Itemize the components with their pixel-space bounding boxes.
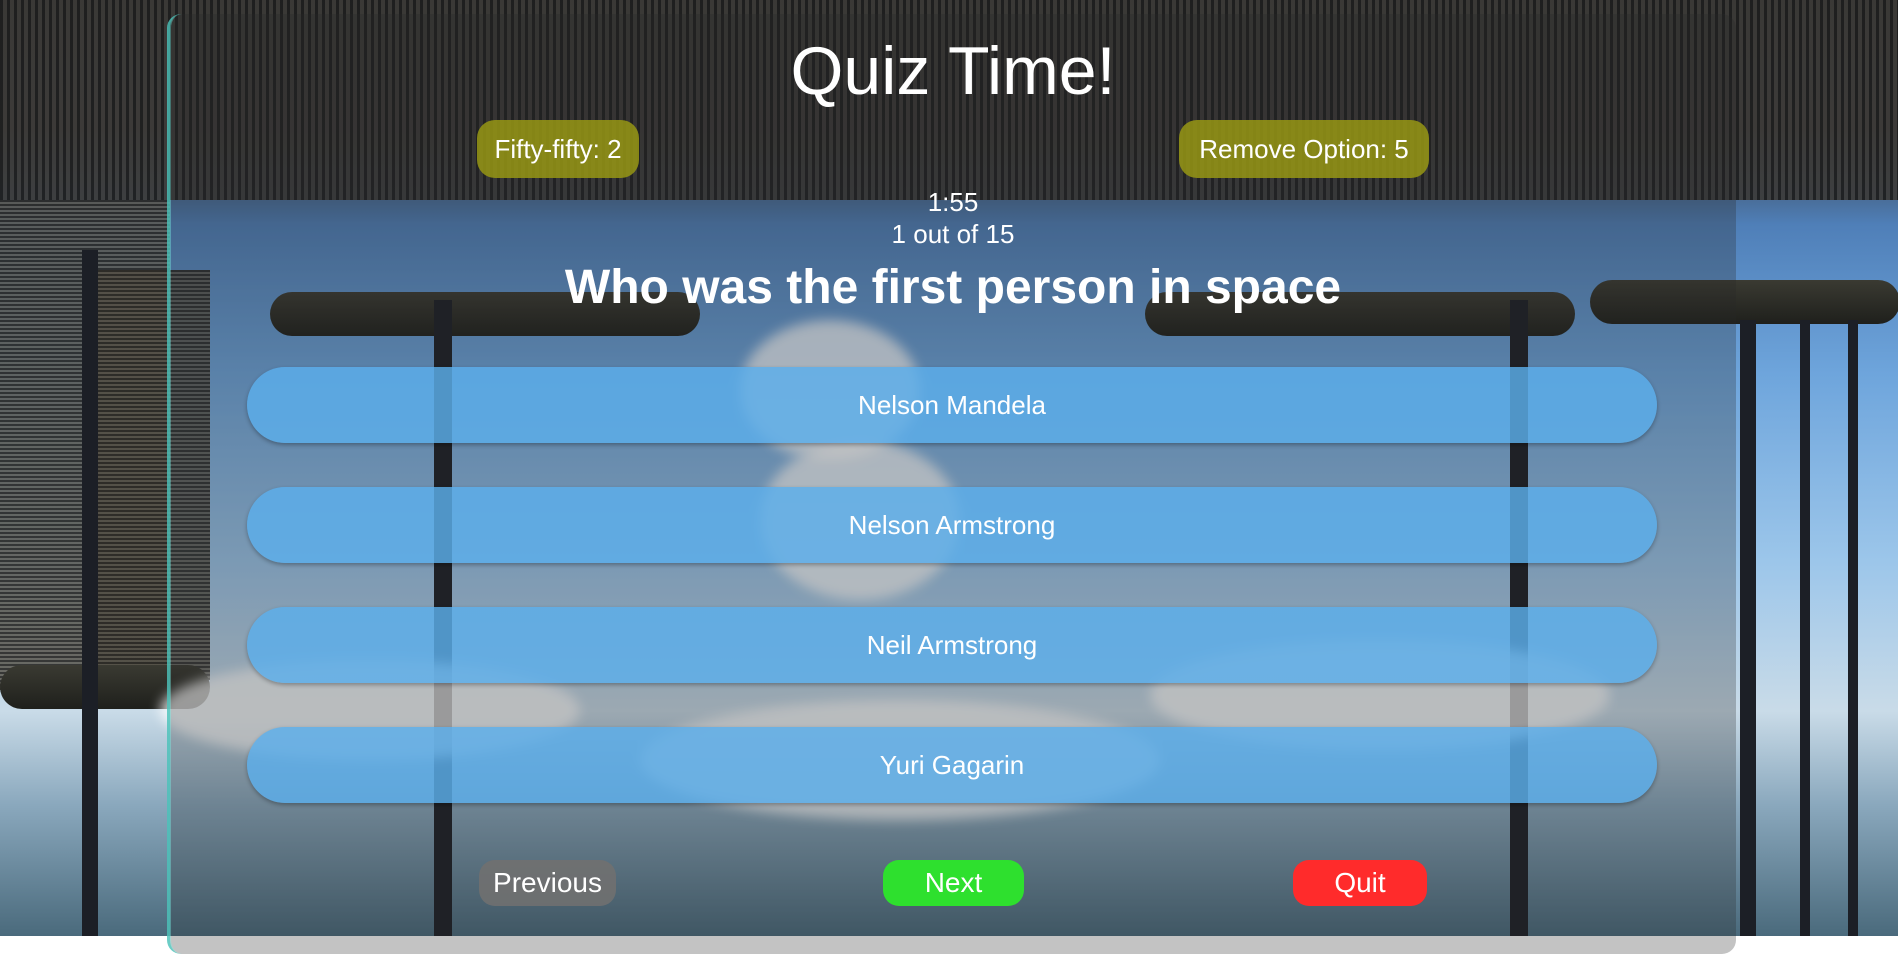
page-title: Quiz Time! — [790, 33, 1116, 109]
answer-option[interactable]: Neil Armstrong — [247, 607, 1657, 683]
answer-option[interactable]: Nelson Armstrong — [247, 487, 1657, 563]
timer: 1:55 — [927, 187, 979, 217]
answer-option[interactable]: Yuri Gagarin — [247, 727, 1657, 803]
previous-button[interactable]: Previous — [479, 860, 616, 906]
pillar — [1740, 320, 1756, 936]
remove-option-button[interactable]: Remove Option: 5 — [1179, 120, 1429, 178]
fifty-fifty-button[interactable]: Fifty-fifty: 2 — [477, 120, 639, 178]
pillar — [1848, 320, 1858, 936]
question-progress: 1 out of 15 — [891, 219, 1015, 249]
quiz-panel — [167, 14, 1736, 954]
question-text: Who was the first person in space — [564, 261, 1342, 314]
pillar — [1800, 320, 1810, 936]
next-button[interactable]: Next — [883, 860, 1024, 906]
pillar — [82, 250, 98, 936]
answer-option[interactable]: Nelson Mandela — [247, 367, 1657, 443]
quit-button[interactable]: Quit — [1293, 860, 1427, 906]
